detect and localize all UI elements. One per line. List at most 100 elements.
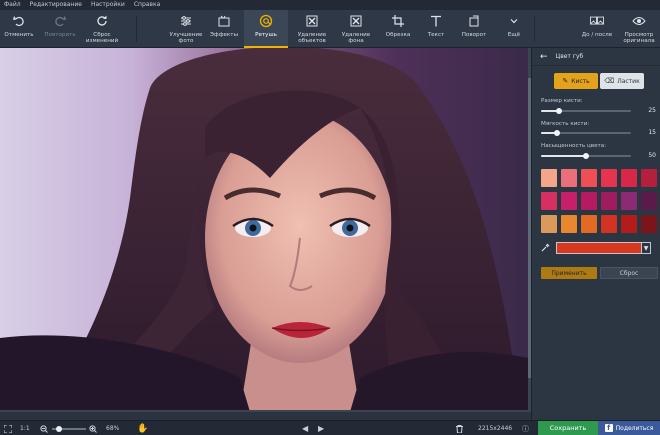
panel-header: ← Цвет губ: [532, 48, 660, 66]
more-button[interactable]: Ещё: [498, 10, 530, 48]
color-swatch[interactable]: [561, 169, 577, 187]
color-swatch[interactable]: [601, 192, 617, 210]
refresh-icon: [95, 14, 109, 28]
eraser-tab[interactable]: ⌫ Ластик: [600, 73, 644, 89]
color-swatch[interactable]: [621, 169, 637, 187]
portrait-photo: [0, 48, 528, 412]
color-swatch[interactable]: [581, 169, 597, 187]
color-swatch[interactable]: [641, 192, 657, 210]
fit-screen-icon[interactable]: [4, 421, 12, 435]
menu-file[interactable]: Файл: [4, 0, 21, 10]
color-saturation-value[interactable]: 50: [632, 150, 658, 161]
rotate-label: Поворот: [461, 32, 487, 38]
brush-softness-label: Мягкость кисти:: [541, 121, 590, 127]
apply-button[interactable]: Применить: [541, 267, 597, 279]
eye-icon: [632, 14, 646, 28]
preview-original-label: Просмотр оригинала: [623, 32, 655, 44]
trash-icon[interactable]: [456, 421, 463, 435]
color-swatch[interactable]: [621, 192, 637, 210]
previous-image-icon[interactable]: ◀: [302, 421, 308, 435]
brush-tab[interactable]: ✎ Кисть: [554, 73, 598, 89]
color-swatch[interactable]: [601, 215, 617, 233]
undo-button[interactable]: Отменить: [2, 10, 36, 48]
background-removal-button[interactable]: Удаление фона: [336, 10, 376, 48]
effects-label: Эффекты: [210, 32, 238, 38]
back-arrow-icon[interactable]: ←: [540, 52, 548, 62]
rotate-icon: [467, 14, 481, 28]
color-swatch[interactable]: [541, 192, 557, 210]
text-icon: [429, 14, 443, 28]
info-icon[interactable]: ⓘ: [522, 421, 529, 435]
brush-softness-value[interactable]: 15: [632, 127, 658, 138]
slider-knob[interactable]: [583, 153, 589, 159]
sliders-icon: [179, 14, 193, 28]
zoom-slider-knob[interactable]: [56, 425, 62, 432]
retouch-icon: [259, 14, 273, 28]
toolbar-divider: [534, 16, 535, 42]
background-removal-icon: [349, 14, 363, 28]
before-after-button[interactable]: До / после: [576, 10, 618, 48]
color-swatch[interactable]: [621, 215, 637, 233]
eyedropper-icon[interactable]: [541, 243, 550, 254]
brush-size-value[interactable]: 25: [632, 105, 658, 116]
crop-label: Обрезка: [385, 32, 411, 38]
enhance-button[interactable]: Улучшение фото: [166, 10, 206, 48]
menu-edit[interactable]: Редактирование: [30, 0, 82, 10]
effects-button[interactable]: Эффекты: [206, 10, 242, 48]
menu-settings[interactable]: Настройки: [91, 0, 125, 10]
color-swatch-grid: [541, 169, 659, 233]
retouch-button[interactable]: Ретушь: [244, 10, 288, 48]
selected-color-dropdown[interactable]: ▼: [556, 242, 651, 254]
eraser-icon: ⌫: [604, 77, 615, 85]
menu-help[interactable]: Справка: [134, 0, 160, 10]
crop-button[interactable]: Обрезка: [380, 10, 416, 48]
object-removal-button[interactable]: Удаление объектов: [290, 10, 334, 48]
zoom-in-icon[interactable]: [89, 421, 97, 435]
color-swatch[interactable]: [561, 215, 577, 233]
color-swatch[interactable]: [581, 215, 597, 233]
horizontal-scrollbar[interactable]: [0, 410, 528, 412]
redo-label: Повторить: [44, 32, 76, 38]
brush-softness-slider[interactable]: [541, 130, 631, 136]
effects-icon: [217, 14, 231, 28]
object-removal-label: Удаление объектов: [297, 32, 327, 44]
chevron-down-icon: [507, 14, 521, 28]
image-canvas[interactable]: [0, 48, 531, 412]
crop-icon: [391, 14, 405, 28]
reset-changes-button[interactable]: Сброс изменений: [82, 10, 122, 48]
text-button[interactable]: Текст: [420, 10, 452, 48]
eraser-tab-label: Ластик: [617, 77, 640, 85]
actual-size-button[interactable]: 1:1: [20, 421, 30, 435]
color-swatch[interactable]: [581, 192, 597, 210]
dropdown-arrow-icon: ▼: [642, 242, 651, 254]
color-swatch[interactable]: [541, 215, 557, 233]
share-label: Поделиться: [615, 424, 654, 432]
save-button[interactable]: Сохранить: [538, 421, 598, 435]
rotate-button[interactable]: Поворот: [456, 10, 492, 48]
color-saturation-slider[interactable]: [541, 153, 631, 159]
enhance-label: Улучшение фото: [169, 32, 203, 44]
reset-button[interactable]: Сброс: [600, 267, 658, 279]
redo-button[interactable]: Повторить: [40, 10, 80, 48]
share-button[interactable]: f Поделиться: [598, 421, 660, 435]
color-swatch[interactable]: [541, 169, 557, 187]
brush-icon: ✎: [562, 77, 569, 85]
redo-icon: [53, 14, 67, 28]
slider-knob[interactable]: [556, 108, 562, 114]
facebook-icon: f: [604, 424, 613, 432]
menu-bar: Файл Редактирование Настройки Справка: [0, 0, 660, 10]
lip-color-panel: ← Цвет губ ✎ Кисть ⌫ Ластик Размер кисти…: [531, 48, 660, 420]
brush-size-slider[interactable]: [541, 108, 631, 114]
next-image-icon[interactable]: ▶: [318, 421, 324, 435]
color-swatch[interactable]: [641, 215, 657, 233]
color-swatch[interactable]: [641, 169, 657, 187]
zoom-slider[interactable]: [52, 421, 86, 435]
preview-original-button[interactable]: Просмотр оригинала: [618, 10, 660, 48]
color-swatch[interactable]: [601, 169, 617, 187]
hand-tool-icon[interactable]: ✋: [137, 421, 148, 435]
reset-changes-label: Сброс изменений: [85, 32, 119, 44]
color-swatch[interactable]: [561, 192, 577, 210]
object-removal-icon: [305, 14, 319, 28]
zoom-out-icon[interactable]: [40, 421, 48, 435]
slider-knob[interactable]: [554, 130, 560, 136]
